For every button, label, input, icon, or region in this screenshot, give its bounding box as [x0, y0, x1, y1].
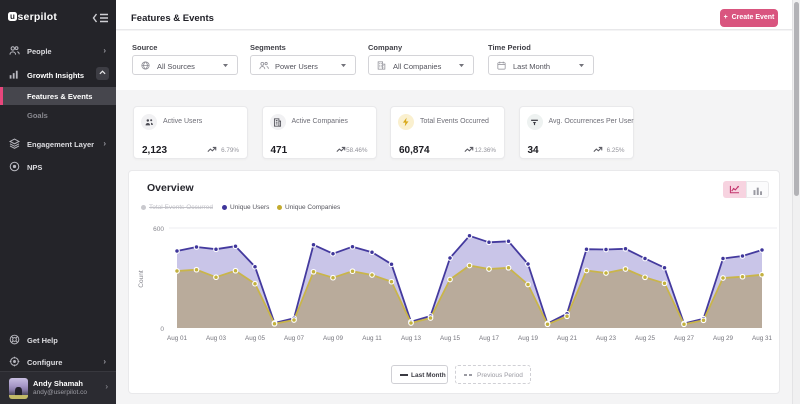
- svg-text:Aug 15: Aug 15: [440, 335, 460, 342]
- svg-text:Aug 09: Aug 09: [323, 335, 343, 342]
- svg-text:600: 600: [153, 226, 164, 233]
- svg-text:Aug 23: Aug 23: [596, 335, 616, 342]
- svg-text:Aug 25: Aug 25: [635, 335, 655, 342]
- svg-text:Aug 01: Aug 01: [167, 335, 187, 342]
- svg-text:Aug 17: Aug 17: [479, 335, 499, 342]
- svg-text:Aug 05: Aug 05: [245, 335, 265, 342]
- svg-text:Aug 03: Aug 03: [206, 335, 226, 342]
- svg-text:Count: Count: [138, 270, 145, 288]
- svg-text:Aug 27: Aug 27: [674, 335, 694, 342]
- svg-text:Aug 21: Aug 21: [557, 335, 577, 342]
- svg-text:Aug 19: Aug 19: [518, 335, 538, 342]
- svg-text:Aug 13: Aug 13: [401, 335, 421, 342]
- svg-text:Aug 29: Aug 29: [713, 335, 733, 342]
- svg-text:Aug 11: Aug 11: [362, 335, 382, 342]
- svg-text:Aug 31: Aug 31: [752, 335, 772, 342]
- svg-text:0: 0: [160, 326, 164, 333]
- svg-text:Aug 07: Aug 07: [284, 335, 304, 342]
